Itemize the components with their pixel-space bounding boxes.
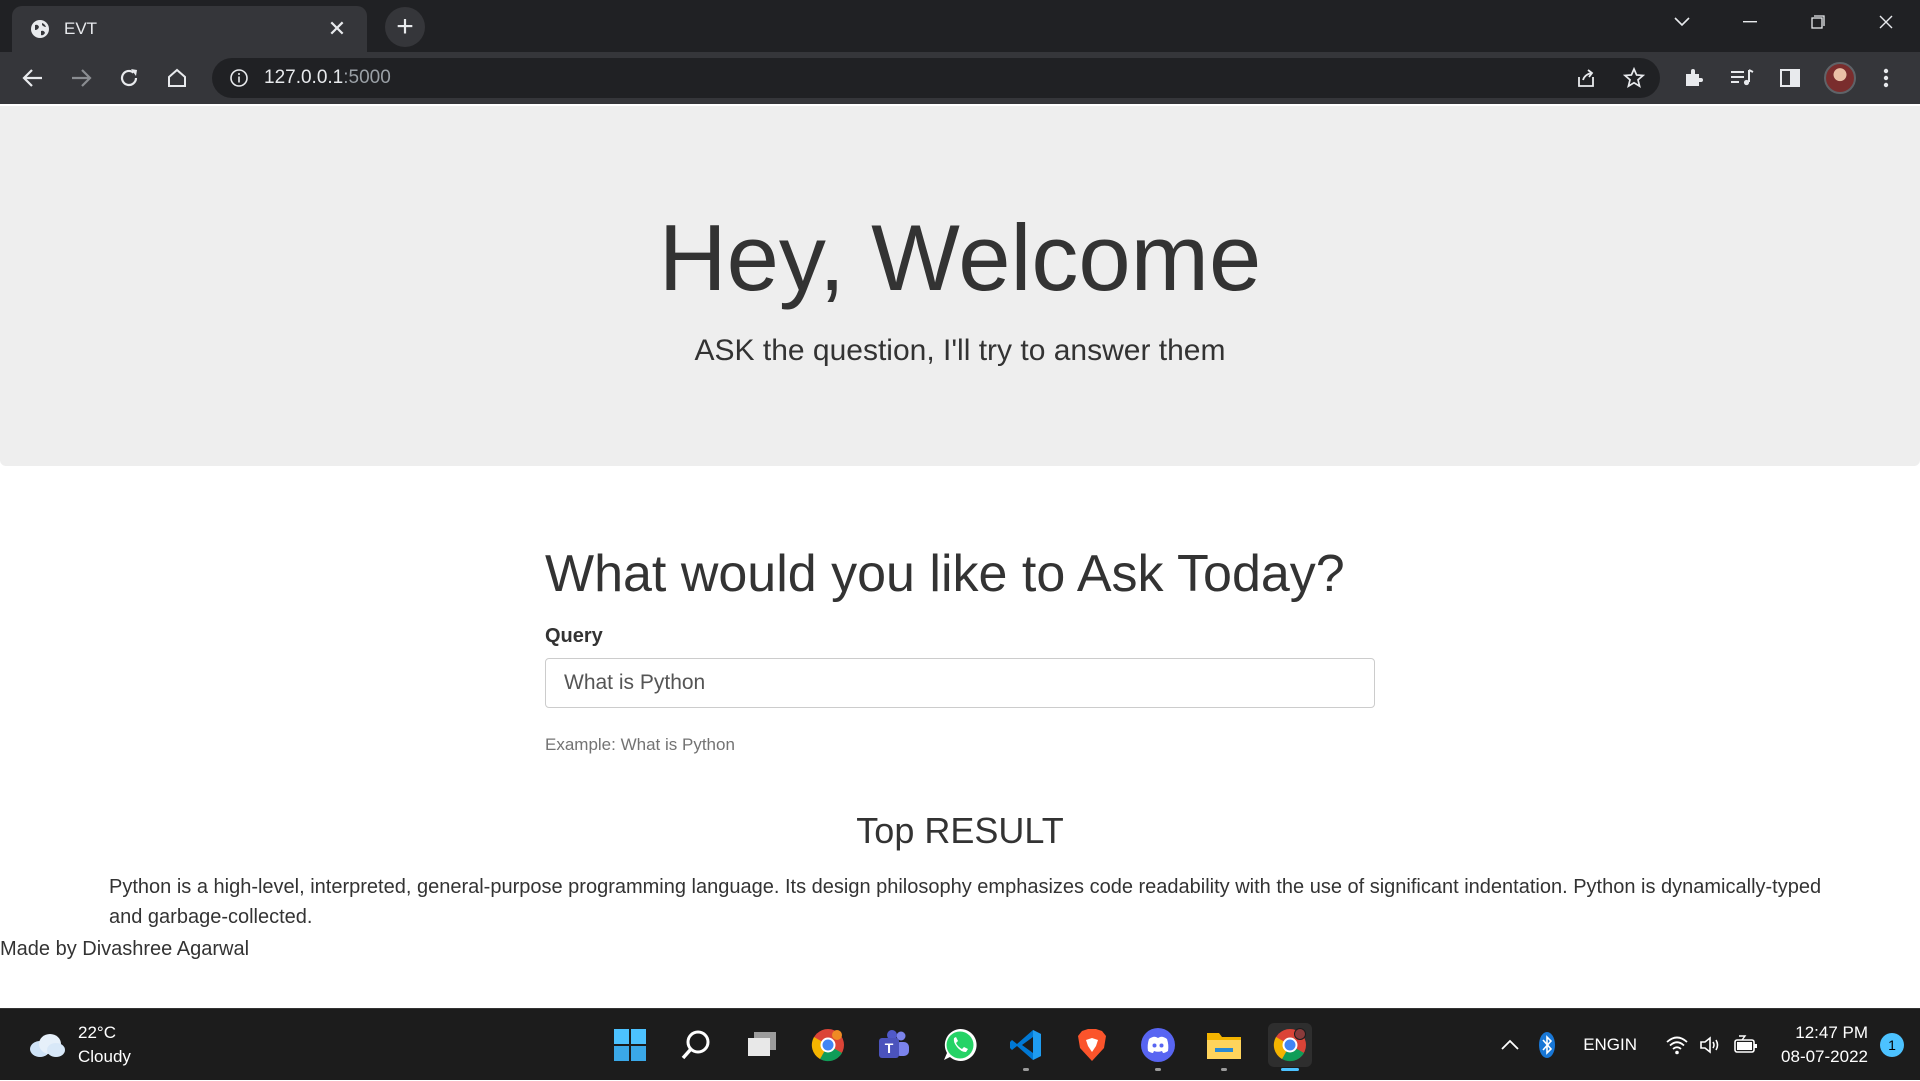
chevron-up-icon[interactable]	[1501, 1039, 1519, 1051]
weather-temp: 22°C	[78, 1023, 116, 1042]
result-heading: Top RESULT	[856, 810, 1064, 851]
new-tab-button[interactable]: +	[385, 7, 425, 47]
menu-dots-icon[interactable]	[1872, 64, 1900, 92]
browser-tab-strip: EVT ✕ +	[0, 0, 1920, 52]
page-content: Hey, Welcome ASK the question, I'll try …	[0, 104, 1920, 1008]
tab-search-icon[interactable]	[1648, 0, 1716, 44]
result-text: Python is a high-level, interpreted, gen…	[109, 876, 1822, 928]
restore-button[interactable]	[1784, 0, 1852, 44]
extensions-icon[interactable]	[1680, 64, 1708, 92]
file-explorer-icon[interactable]	[1202, 1023, 1246, 1071]
weather-widget[interactable]: 22°C Cloudy	[26, 1021, 131, 1069]
chrome-active-icon[interactable]	[1268, 1023, 1312, 1071]
brave-icon[interactable]	[1070, 1023, 1114, 1067]
footer-credit: Made by Divashree Agarwal	[0, 938, 250, 960]
language-indicator[interactable]: ENG IN	[1583, 1034, 1637, 1056]
hero-title: Hey, Welcome	[658, 205, 1262, 310]
clock-time: 12:47 PM	[1795, 1023, 1868, 1042]
tab-title: EVT	[64, 19, 98, 38]
forward-icon[interactable]	[66, 63, 96, 93]
start-icon[interactable]	[608, 1023, 652, 1067]
minimize-button[interactable]	[1716, 0, 1784, 44]
lang-bottom: IN	[1620, 1035, 1638, 1054]
browser-tab[interactable]: EVT ✕	[12, 6, 367, 52]
notification-badge[interactable]: 1	[1880, 1033, 1904, 1057]
url-text: 127.0.0.1:5000	[264, 67, 391, 89]
task-view-icon[interactable]	[740, 1023, 784, 1067]
close-tab-icon[interactable]: ✕	[325, 16, 349, 41]
home-icon[interactable]	[162, 63, 192, 93]
volume-icon[interactable]	[1699, 1035, 1723, 1055]
running-indicator	[1023, 1068, 1029, 1071]
bluetooth-icon[interactable]	[1539, 1032, 1556, 1058]
hero-subtitle: ASK the question, I'll try to answer the…	[694, 334, 1226, 367]
side-panel-icon[interactable]	[1776, 64, 1804, 92]
vscode-icon[interactable]	[1004, 1023, 1048, 1071]
media-queue-icon[interactable]	[1728, 64, 1756, 92]
reload-icon[interactable]	[114, 63, 144, 93]
cloud-icon	[30, 1034, 65, 1057]
wifi-icon[interactable]	[1665, 1035, 1689, 1055]
profile-avatar[interactable]	[1824, 62, 1856, 94]
battery-icon[interactable]	[1733, 1035, 1759, 1055]
hero-banner: Hey, Welcome ASK the question, I'll try …	[0, 106, 1920, 466]
clock[interactable]: 12:47 PM 08-07-2022	[1781, 1021, 1868, 1069]
discord-icon[interactable]	[1136, 1023, 1180, 1071]
chrome-icon[interactable]	[806, 1023, 850, 1067]
close-window-button[interactable]	[1852, 0, 1920, 44]
teams-icon[interactable]: T	[872, 1023, 916, 1067]
taskbar-apps: T	[608, 1023, 1312, 1071]
address-bar[interactable]: 127.0.0.1:5000	[212, 58, 1660, 98]
running-indicator	[1221, 1068, 1227, 1071]
lang-top: ENG	[1583, 1035, 1621, 1054]
bookmark-star-icon[interactable]	[1622, 66, 1646, 90]
query-input[interactable]	[545, 658, 1375, 708]
query-label: Query	[545, 625, 603, 647]
weather-desc: Cloudy	[78, 1047, 131, 1066]
url-port: :5000	[343, 67, 391, 88]
back-icon[interactable]	[18, 63, 48, 93]
globe-icon	[30, 19, 50, 39]
running-indicator	[1155, 1068, 1161, 1071]
whatsapp-icon[interactable]	[938, 1023, 982, 1067]
share-icon[interactable]	[1574, 66, 1598, 90]
window-controls	[1648, 0, 1920, 44]
url-host: 127.0.0.1	[264, 67, 344, 88]
taskbar: 22°C Cloudy T ENG IN 12:47 PM 08-07-2022…	[0, 1008, 1920, 1080]
search-icon[interactable]	[674, 1023, 718, 1067]
active-indicator	[1281, 1068, 1299, 1071]
browser-toolbar: 127.0.0.1:5000	[0, 52, 1920, 104]
svg-text:T: T	[885, 1040, 894, 1056]
system-tray: ENG IN 12:47 PM 08-07-2022 1	[1491, 1009, 1920, 1081]
clock-date: 08-07-2022	[1781, 1047, 1868, 1066]
ask-heading: What would you like to Ask Today?	[545, 545, 1345, 603]
query-help-text: Example: What is Python	[545, 735, 735, 754]
site-info-icon[interactable]	[228, 67, 250, 89]
